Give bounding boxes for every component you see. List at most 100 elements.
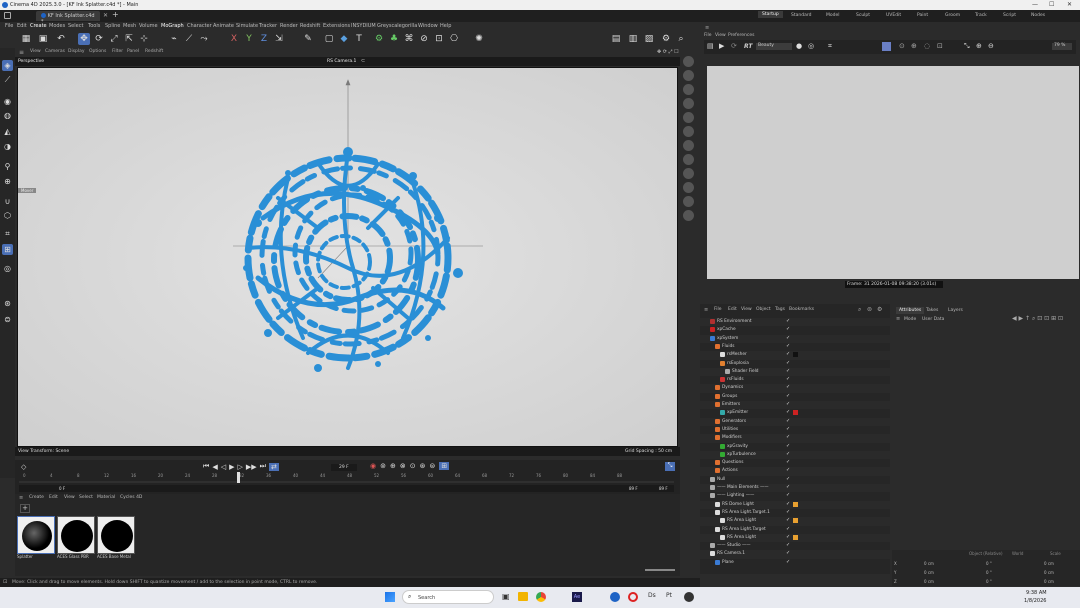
- rv-menu-file[interactable]: File: [704, 33, 712, 38]
- scale-tool-icon[interactable]: ⤢: [108, 33, 120, 45]
- object-row[interactable]: RS Area Light.Target ✓: [700, 525, 890, 534]
- object-row[interactable]: rsExplosia ✓: [700, 359, 890, 368]
- object-enabled-check[interactable]: ✓: [786, 434, 790, 440]
- layout-tab-groom[interactable]: Groom: [945, 13, 960, 18]
- menu-character[interactable]: Character: [187, 23, 212, 29]
- timeline-settings-icon[interactable]: ⤡: [665, 462, 675, 471]
- object-enabled-check[interactable]: ✓: [786, 550, 790, 556]
- rotate-tool-icon[interactable]: ⟳: [93, 33, 105, 45]
- object-enabled-check[interactable]: ✓: [786, 360, 790, 366]
- auto-key-icon[interactable]: ⊚: [380, 462, 386, 470]
- menu-insydium[interactable]: INSYDIUM: [351, 23, 376, 29]
- side-icon-8[interactable]: [683, 154, 694, 165]
- prev-key-icon[interactable]: ◀: [212, 463, 217, 471]
- object-enabled-check[interactable]: ✓: [786, 401, 790, 407]
- mat-menu-select[interactable]: Select: [79, 495, 93, 500]
- coord-scale[interactable]: 0 cm: [1044, 561, 1054, 566]
- object-row[interactable]: Questions ✓: [700, 459, 890, 468]
- menu-greyscalegorilla[interactable]: Greyscalegorilla: [377, 23, 417, 29]
- document-tab[interactable]: KF Ink Splatter.c4d *: [36, 11, 100, 25]
- menu-animate[interactable]: Animate: [213, 23, 234, 29]
- object-row[interactable]: xpSystem ✓: [700, 334, 890, 343]
- goto-start-icon[interactable]: ⏮: [203, 462, 209, 471]
- key-all-icon[interactable]: ⊞: [439, 462, 450, 470]
- attr-nav-icons[interactable]: ◀ ▶ ↑ ⌕ ⊡ ⊡ ⊞ ⊡: [1012, 315, 1063, 323]
- object-mode-icon[interactable]: ⟋: [2, 74, 13, 85]
- z-axis-icon[interactable]: Z: [258, 33, 270, 45]
- generator-icon[interactable]: ♣: [388, 33, 400, 45]
- rv-pin-icon[interactable]: ⊙: [899, 42, 905, 50]
- rv-zoom-out-icon[interactable]: ⊖: [988, 42, 994, 50]
- uv-mode-icon[interactable]: ◑: [2, 141, 13, 152]
- solo-icon[interactable]: ◎: [2, 263, 13, 274]
- object-row[interactable]: RS Environment ✓: [700, 318, 890, 327]
- coord-header-world[interactable]: World: [1012, 551, 1023, 556]
- davinci-icon[interactable]: Ds: [648, 592, 656, 599]
- rv-snapshot-icon[interactable]: ▤: [707, 42, 714, 50]
- menu-tools[interactable]: Tools: [88, 23, 100, 29]
- om-menu-icon[interactable]: ≡: [704, 307, 708, 313]
- object-enabled-check[interactable]: ✓: [786, 409, 790, 415]
- material-scroll[interactable]: [645, 569, 675, 571]
- opera-icon[interactable]: [628, 592, 638, 602]
- object-row[interactable]: xpEmitter ✓: [700, 409, 890, 418]
- object-enabled-check[interactable]: ✓: [786, 418, 790, 424]
- object-enabled-check[interactable]: ✓: [786, 559, 790, 565]
- object-tag[interactable]: [793, 501, 798, 507]
- side-icon-1[interactable]: [683, 56, 694, 67]
- side-icon-10[interactable]: [683, 182, 694, 193]
- mograph-cloner-icon[interactable]: ⚙: [373, 33, 385, 45]
- key-scale-icon[interactable]: ⊙: [410, 462, 416, 470]
- layout-tab-sculpt[interactable]: Sculpt: [856, 13, 870, 18]
- primitive-cube-icon[interactable]: ◆: [338, 33, 350, 45]
- layout-tab-startup[interactable]: Startup: [758, 11, 783, 18]
- attr-tab-attributes[interactable]: Attributes: [896, 307, 925, 314]
- active-camera[interactable]: RS Camera.1: [327, 59, 356, 64]
- side-icon-11[interactable]: [683, 196, 694, 207]
- om-search-icon[interactable]: ⌕: [858, 306, 861, 314]
- object-tag[interactable]: [793, 534, 798, 540]
- points-mode-icon[interactable]: ◉: [2, 96, 13, 107]
- search-icon[interactable]: ⌕: [675, 33, 687, 45]
- rv-fit-icon[interactable]: ⤡: [964, 42, 970, 51]
- viewport-solo-icon[interactable]: ⊛: [2, 298, 13, 309]
- chrome-icon[interactable]: [536, 592, 546, 602]
- mat-menu-create[interactable]: Create: [29, 495, 44, 500]
- menu-edit[interactable]: Edit: [17, 23, 27, 29]
- world-coord-icon[interactable]: ⇲: [273, 33, 285, 45]
- attr-menu-icon[interactable]: ≡: [896, 316, 900, 322]
- render-view-image[interactable]: [707, 66, 1079, 279]
- move-tool-icon[interactable]: ✥: [78, 33, 90, 45]
- deformer-icon[interactable]: ⌘: [403, 33, 415, 45]
- workplane-icon[interactable]: ⬡: [2, 210, 13, 221]
- key-pos-icon[interactable]: ⊕: [390, 462, 396, 470]
- rv-menu-view[interactable]: View: [715, 33, 726, 38]
- object-enabled-check[interactable]: ✓: [786, 476, 790, 482]
- scene-icon[interactable]: ⎔: [448, 33, 460, 45]
- mat-menu-material[interactable]: Material: [97, 495, 115, 500]
- object-row[interactable]: —— Lighting —— ✓: [700, 492, 890, 501]
- menu-mesh[interactable]: Mesh: [123, 23, 136, 29]
- om-settings-icon[interactable]: ⚙: [877, 306, 882, 313]
- menu-mograph[interactable]: MoGraph: [161, 23, 184, 29]
- y-axis-icon[interactable]: Y: [243, 33, 255, 45]
- object-enabled-check[interactable]: ✓: [786, 351, 790, 357]
- playhead[interactable]: [237, 472, 240, 483]
- object-tag[interactable]: [793, 518, 798, 524]
- layout-tab-paint[interactable]: Paint: [917, 13, 928, 18]
- transform-icon[interactable]: ⇱: [123, 33, 135, 45]
- attr-userdata-menu[interactable]: User Data: [922, 317, 944, 322]
- undo-icon[interactable]: ↶: [55, 33, 67, 45]
- rv-menu-preferences[interactable]: Preferences: [728, 33, 754, 38]
- om-menu-bookmarks[interactable]: Bookmarks: [789, 307, 814, 312]
- field-icon[interactable]: ⊘: [418, 33, 430, 45]
- object-enabled-check[interactable]: ✓: [786, 501, 790, 507]
- taskbar-search[interactable]: ⌕ Search: [402, 590, 494, 604]
- close-button[interactable]: ✕: [1067, 1, 1072, 8]
- attr-mode-menu[interactable]: Mode: [904, 317, 916, 322]
- om-filter-icon[interactable]: ⊜: [867, 306, 872, 313]
- object-row[interactable]: rsMesher ✓: [700, 351, 890, 360]
- maximize-button[interactable]: ☐: [1049, 1, 1054, 8]
- object-row[interactable]: rsFluids ✓: [700, 376, 890, 385]
- object-row[interactable]: Groups ✓: [700, 392, 890, 402]
